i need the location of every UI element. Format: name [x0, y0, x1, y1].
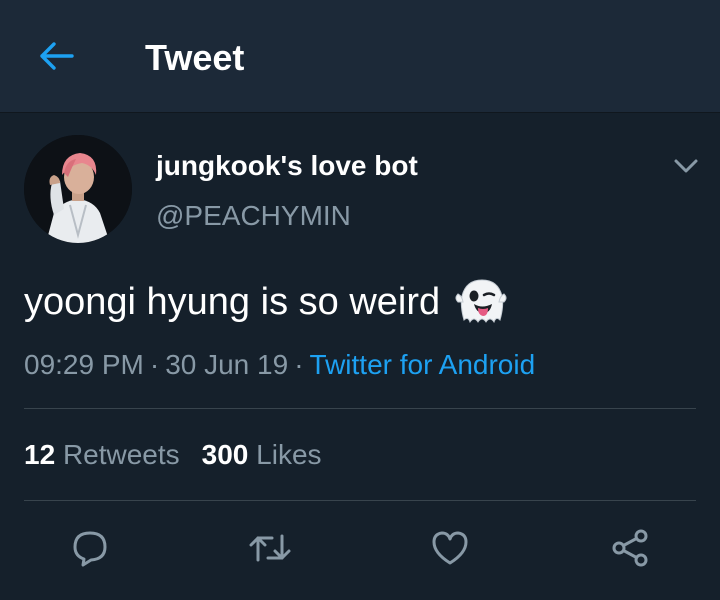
likes-count: 300 — [201, 439, 249, 470]
profile-photo — [24, 135, 132, 243]
share-icon — [612, 529, 648, 567]
chevron-down-icon — [674, 159, 698, 173]
divider — [24, 408, 696, 409]
app-header: Tweet — [0, 0, 720, 113]
share-button[interactable] — [606, 524, 654, 572]
likes-label: Likes — [256, 439, 322, 470]
tweet-date: 30 Jun 19 — [165, 349, 289, 380]
separator: · — [149, 349, 160, 380]
tweet-meta: 09:29 PM · 30 Jun 19 · Twitter for Android — [24, 348, 535, 382]
retweets-label: Retweets — [62, 439, 180, 470]
tweet-stats: 12 Retweets 300 Likes — [24, 438, 322, 472]
retweets-count: 12 — [24, 439, 56, 470]
divider — [24, 500, 696, 501]
author-handle: @PEACHYMIN — [156, 200, 351, 231]
tweet-body: yoongi hyung is so weird — [24, 276, 510, 328]
heart-icon — [432, 531, 468, 565]
separator: · — [294, 349, 304, 380]
tweet-source-link[interactable]: Twitter for Android — [310, 349, 536, 380]
tweet-time: 09:29 PM — [24, 349, 144, 380]
likes-stat[interactable]: 300 Likes — [202, 438, 322, 472]
author-display-name[interactable]: jungkook's love bot — [156, 150, 418, 182]
tweet-options-button[interactable] — [668, 148, 704, 184]
retweet-button[interactable] — [246, 524, 294, 572]
retweet-icon — [249, 534, 291, 562]
reply-icon — [73, 531, 107, 567]
ghost-emoji — [455, 279, 507, 324]
tweet-text: yoongi hyung is so weird — [24, 281, 441, 323]
like-button[interactable] — [426, 524, 474, 572]
back-button[interactable] — [34, 36, 78, 76]
avatar[interactable] — [24, 135, 132, 243]
page-title: Tweet — [145, 37, 245, 78]
reply-button[interactable] — [66, 524, 114, 572]
arrow-left-icon — [40, 42, 74, 70]
retweets-stat[interactable]: 12 Retweets — [24, 438, 180, 472]
